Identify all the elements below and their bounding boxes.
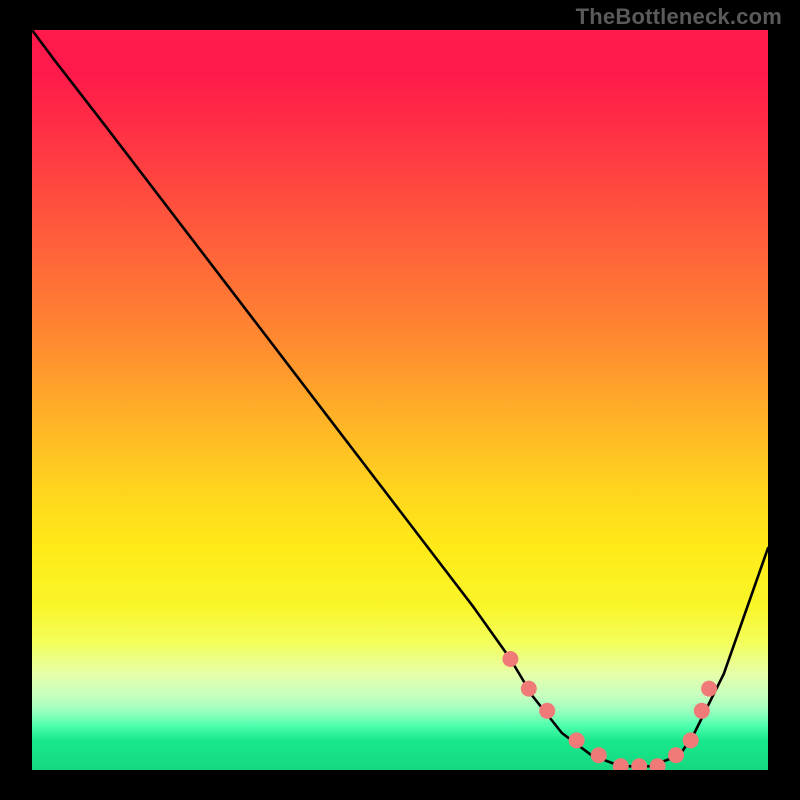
chart-overlay — [32, 30, 768, 770]
curve-marker — [631, 758, 647, 770]
plot-area — [32, 30, 768, 770]
curve-marker — [701, 681, 717, 697]
curve-marker — [539, 703, 555, 719]
curve-marker — [502, 651, 518, 667]
curve-marker — [613, 758, 629, 770]
curve-marker — [521, 681, 537, 697]
curve-marker — [683, 732, 699, 748]
curve-marker — [591, 747, 607, 763]
curve-marker — [569, 732, 585, 748]
curve-marker — [694, 703, 710, 719]
chart-frame: TheBottleneck.com — [0, 0, 800, 800]
bottleneck-curve — [32, 30, 768, 766]
curve-markers — [502, 651, 717, 770]
curve-marker — [668, 747, 684, 763]
watermark-text: TheBottleneck.com — [576, 4, 782, 30]
